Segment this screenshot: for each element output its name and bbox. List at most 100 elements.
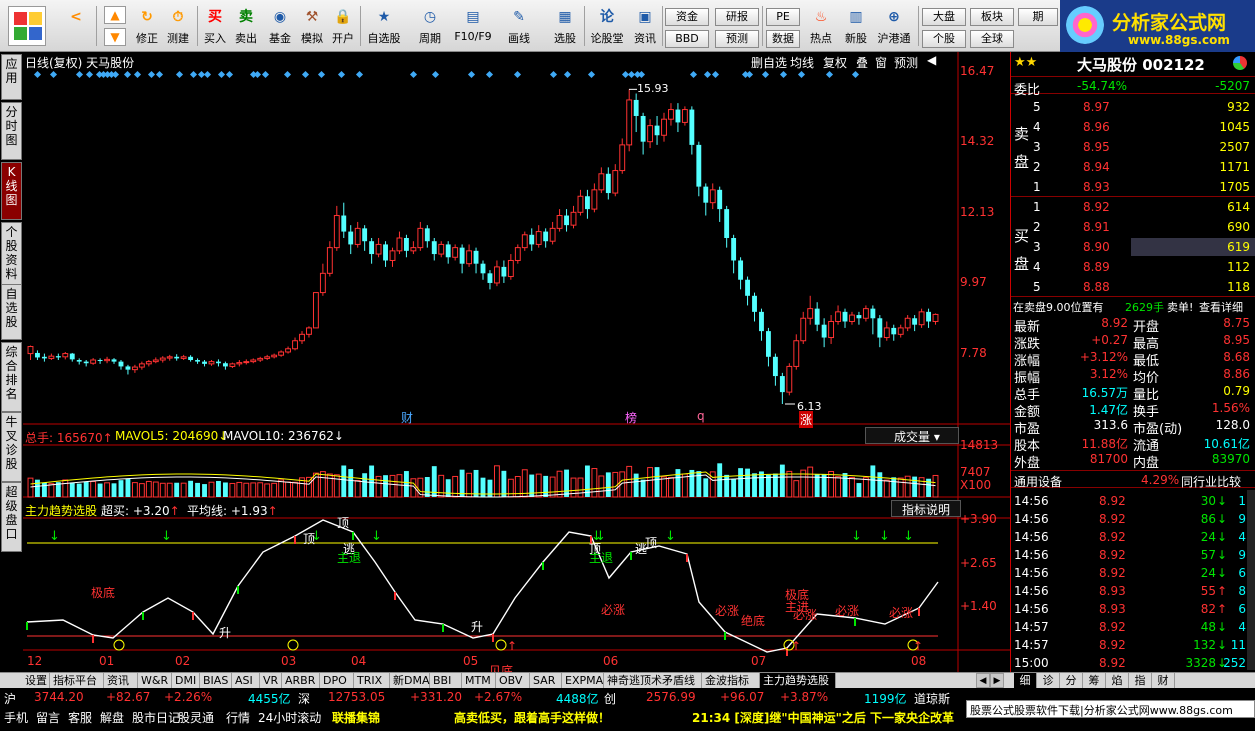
chart-top-tab[interactable]: 均线 bbox=[790, 54, 814, 71]
indicator-tab[interactable]: DPO bbox=[320, 673, 354, 688]
event-marker-q[interactable]: q bbox=[697, 409, 705, 423]
event-marker-zhang[interactable]: 涨 bbox=[799, 411, 814, 428]
status-link[interactable]: 股灵通 bbox=[178, 709, 214, 726]
status-link[interactable]: 手机 bbox=[4, 709, 28, 726]
toolbar-button-period[interactable]: ◷ 周期 bbox=[410, 4, 450, 50]
toolbar-button-f10[interactable]: ▤ F10/F9 bbox=[453, 4, 493, 50]
status-link[interactable]: 行情 bbox=[226, 709, 250, 726]
chart-top-tab[interactable]: 预测 bbox=[894, 54, 918, 71]
indicator-tab[interactable]: BIAS bbox=[200, 673, 232, 688]
detail-tab[interactable]: 分 bbox=[1060, 673, 1083, 688]
toolbar-button-hot[interactable]: ♨ 热点 bbox=[807, 4, 835, 50]
indicator-tab[interactable]: 资讯 bbox=[104, 673, 138, 688]
indicator-help-button[interactable]: 指标说明 bbox=[891, 500, 961, 517]
toolbar-box-button[interactable]: 预测 bbox=[715, 30, 759, 48]
event-marker-cai[interactable]: 财 bbox=[401, 409, 413, 426]
detail-tab[interactable]: 焰 bbox=[1106, 673, 1129, 688]
toolbar-button-buy[interactable]: 买买入 bbox=[202, 4, 228, 50]
tab-scroll-right-icon[interactable]: ▶ bbox=[990, 673, 1004, 688]
toolbar-button-fix[interactable]: ↻ 修正 bbox=[133, 4, 161, 50]
toolbar-button-draw[interactable]: ✎ 画线 bbox=[499, 4, 539, 50]
indicator-tab[interactable]: W&R bbox=[138, 673, 172, 688]
left-tab[interactable]: 综合排名 bbox=[1, 342, 22, 412]
pie-icon[interactable] bbox=[1233, 56, 1247, 70]
status-link[interactable]: 股市日记 bbox=[132, 709, 180, 726]
status-link[interactable]: 24小时滚动 bbox=[258, 709, 321, 726]
left-tab[interactable]: 自选股 bbox=[1, 284, 22, 340]
sell-level-row[interactable]: 5 8.97 932 bbox=[1011, 98, 1255, 116]
indicator-tab[interactable]: MTM bbox=[462, 673, 496, 688]
left-tab[interactable]: 分时图 bbox=[1, 102, 22, 160]
indicator-tab[interactable]: 指标平台 bbox=[50, 673, 104, 688]
detail-tab[interactable]: 诊 bbox=[1037, 673, 1060, 688]
tab-scroll-left-icon[interactable]: ◀ bbox=[976, 673, 990, 688]
sell-level-row[interactable]: 3 8.95 2507 bbox=[1011, 138, 1255, 156]
detail-tab[interactable]: 指 bbox=[1129, 673, 1152, 688]
chart-top-tab[interactable]: 叠 bbox=[856, 54, 868, 71]
toolbar-box-button[interactable]: 大盘 bbox=[922, 8, 966, 26]
footer-ad[interactable]: 股票公式股票软件下载|分析家公式网www.88gs.com bbox=[966, 700, 1255, 718]
toolbar-button-sim[interactable]: ⚒ 模拟 bbox=[298, 4, 326, 50]
detail-tab[interactable]: 细 bbox=[1014, 673, 1037, 688]
toolbar-button-hgt[interactable]: ⊕ 沪港通 bbox=[874, 4, 914, 50]
toolbar-box-button[interactable]: 全球 bbox=[970, 30, 1014, 48]
up-arrow-icon[interactable]: ▲ bbox=[104, 6, 126, 24]
indicator-tab[interactable]: ARBR bbox=[282, 673, 320, 688]
toolbar-button-fund[interactable]: ◉ 基金 bbox=[266, 4, 294, 50]
site-logo[interactable]: 分析家公式网 www.88gs.com bbox=[1060, 0, 1255, 52]
kline-chart[interactable]: ↓ ↓ ↓ ↓ ↓ ↓ ↓ ↓ ↓ ↓ ↑ ↑ ↑ 日线(复权) 天马股份 删自选 均线 复权叠窗预测 ◀ 1… bbox=[23, 52, 1010, 678]
status-link[interactable]: 解盘 bbox=[100, 709, 124, 726]
left-tab[interactable]: K线图 bbox=[1, 162, 22, 220]
indicator-tab[interactable]: 设置 bbox=[22, 673, 50, 688]
detail-tab[interactable]: 财 bbox=[1152, 673, 1175, 688]
status-link[interactable]: 客服 bbox=[68, 709, 92, 726]
indicator-tab[interactable]: 神奇逃顶术矛盾线 bbox=[604, 673, 702, 688]
toolbar-button-newstock[interactable]: ▥ 新股 bbox=[842, 4, 870, 50]
toolbar-box-button[interactable]: 数据 bbox=[766, 30, 800, 48]
indicator-tab[interactable]: TRIX bbox=[354, 673, 390, 688]
buy-level-row[interactable]: 1 8.92 614 bbox=[1011, 198, 1255, 216]
sell-level-row[interactable]: 4 8.96 1045 bbox=[1011, 118, 1255, 136]
big-order-notice[interactable]: 在卖盘9.00位置有 2629手 卖单! 查看详细 bbox=[1011, 296, 1255, 314]
buy-level-row[interactable]: 2 8.91 690 bbox=[1011, 218, 1255, 236]
chart-top-tab[interactable]: 删自选 bbox=[751, 54, 787, 71]
news-brand[interactable]: 联播集锦 bbox=[332, 709, 380, 726]
buy-level-row[interactable]: 4 8.89 112 bbox=[1011, 258, 1255, 276]
app-logo-icon[interactable] bbox=[8, 6, 46, 46]
toolbar-box-button[interactable]: 板块 bbox=[970, 8, 1014, 26]
indicator-tab[interactable]: DMI bbox=[172, 673, 200, 688]
toolbar-box-button[interactable]: 研报 bbox=[715, 8, 759, 26]
toolbar-button-pick[interactable]: ▦ 选股 bbox=[545, 4, 585, 50]
indicator-tab[interactable]: 主力趋势选股 bbox=[760, 673, 836, 688]
chart-top-tab[interactable]: 复权 bbox=[823, 54, 847, 71]
toolbar-button-news[interactable]: ▣ 资讯 bbox=[631, 4, 659, 50]
toolbar-button-fwd[interactable]: < bbox=[63, 4, 89, 50]
left-tab[interactable]: 牛叉诊股 bbox=[1, 412, 22, 482]
industry-row[interactable]: 通用设备 4.29% 同行业比较 bbox=[1011, 470, 1255, 489]
toolbar-button-test[interactable]: ⏱ 测建 bbox=[164, 4, 192, 50]
ad-text[interactable]: 高卖低买，跟着高手这样做！ bbox=[454, 709, 610, 726]
indicator-tab[interactable]: 金波指标 bbox=[702, 673, 760, 688]
buy-level-row[interactable]: 3 8.90 619 bbox=[1011, 238, 1255, 256]
toolbar-button-sell[interactable]: 卖卖出 bbox=[233, 4, 259, 50]
left-tab[interactable]: 应用 bbox=[1, 54, 22, 100]
news-scroll[interactable]: 21:34 [深度]继"中国神运"之后 下一家央企改革 bbox=[692, 709, 954, 726]
indicator-tab[interactable]: VR bbox=[260, 673, 282, 688]
chart-top-tab[interactable]: 窗 bbox=[875, 54, 887, 71]
toolbar-box-button[interactable]: 期 bbox=[1018, 8, 1058, 26]
toolbar-box-button[interactable]: BBD bbox=[665, 30, 709, 48]
event-marker-bang[interactable]: 榜 bbox=[625, 409, 637, 426]
indicator-tab[interactable]: BBI bbox=[430, 673, 462, 688]
toolbar-button-zxg[interactable]: ★ 自选股 bbox=[364, 4, 404, 50]
down-arrow-icon[interactable]: ▼ bbox=[104, 28, 126, 46]
toolbar-button-open[interactable]: 🔒 开户 bbox=[329, 4, 357, 50]
chart-menu-icon[interactable]: ◀ bbox=[927, 53, 936, 67]
star-rating-icon[interactable]: ★★ bbox=[1014, 55, 1037, 70]
indicator-tab[interactable]: OBV bbox=[496, 673, 530, 688]
sell-level-row[interactable]: 1 8.93 1705 bbox=[1011, 178, 1255, 196]
indicator-tab[interactable]: 新DMA bbox=[390, 673, 430, 688]
left-tab[interactable]: 超级盘口 bbox=[1, 482, 22, 552]
indicator-tab[interactable]: SAR bbox=[530, 673, 562, 688]
toolbar-button-forum[interactable]: 论论股堂 bbox=[590, 4, 624, 50]
sell-level-row[interactable]: 2 8.94 1171 bbox=[1011, 158, 1255, 176]
